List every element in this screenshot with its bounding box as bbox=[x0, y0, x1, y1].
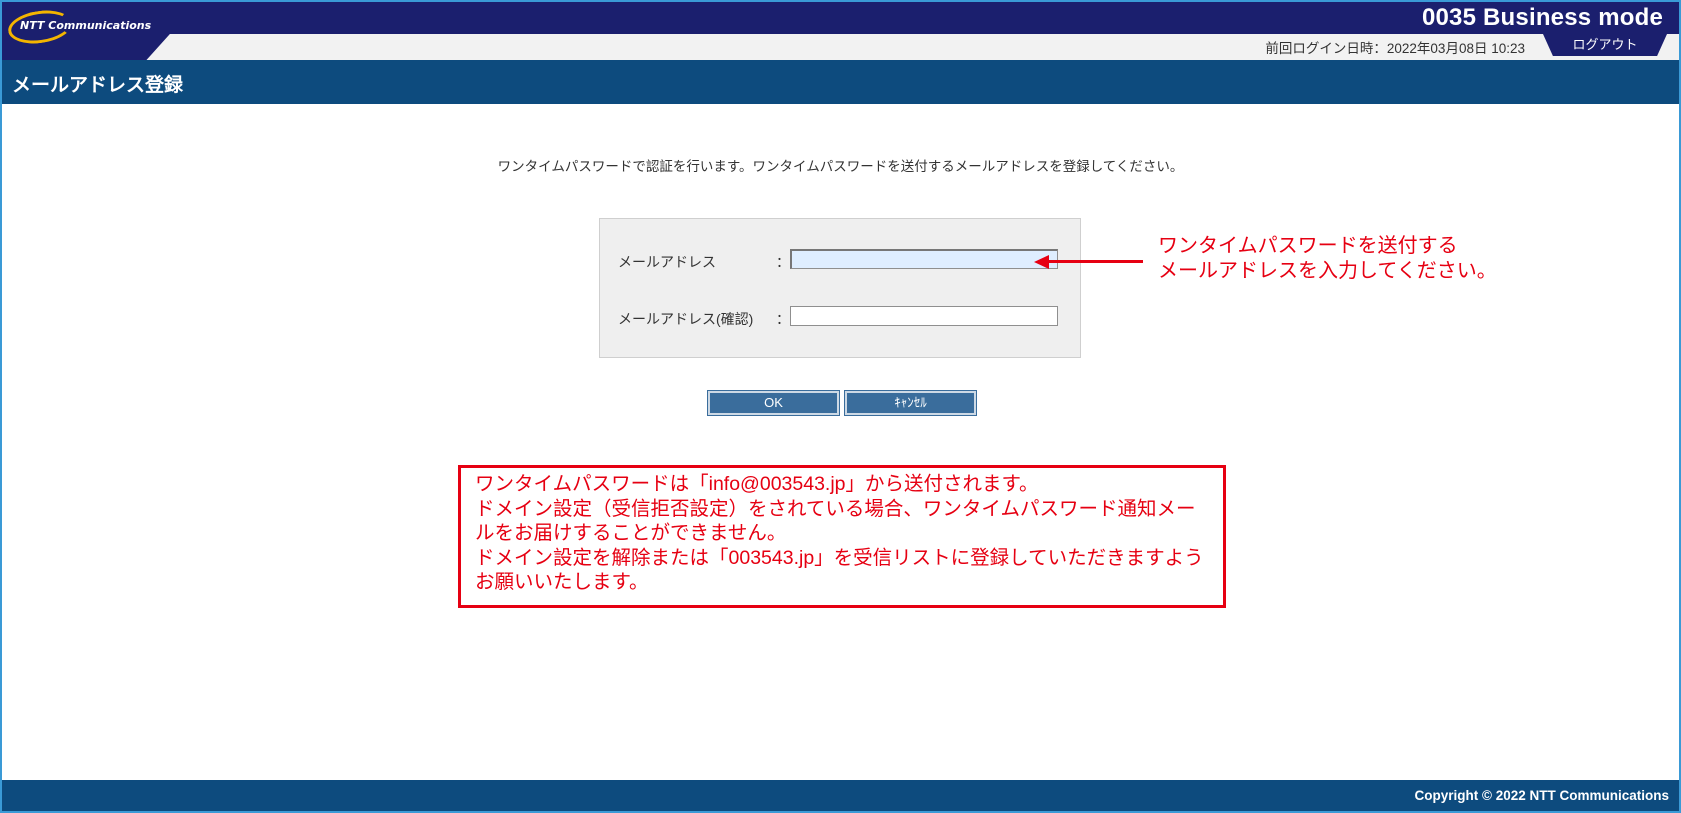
email-confirm-colon: ： bbox=[776, 312, 790, 328]
email-row: メールアドレス ： bbox=[618, 249, 1058, 273]
window-frame: NTT Communications 0035 Business mode 前回… bbox=[0, 0, 1681, 813]
copyright-text: Copyright © 2022 NTT Communications bbox=[1414, 788, 1669, 803]
notice-line-1: ワンタイムパスワードは「info@003543.jp」から送付されます。 bbox=[475, 473, 1039, 495]
page-title: メールアドレス登録 bbox=[12, 75, 184, 96]
email-input[interactable] bbox=[790, 249, 1058, 269]
email-confirm-label: メールアドレス(確認) bbox=[618, 311, 754, 327]
notice-line-3: ドメイン設定を解除または「003543.jp」を受信リストに登録していただきます… bbox=[475, 546, 1204, 594]
notice-box: ワンタイムパスワードは「info@003543.jp」から送付されます。 ドメイ… bbox=[458, 465, 1226, 608]
email-confirm-row: メールアドレス(確認) ： bbox=[618, 306, 1058, 330]
brand-title: 0035 Business mode bbox=[1421, 4, 1663, 31]
callout-line-2: メールアドレスを入力してください。 bbox=[1158, 260, 1497, 282]
logout-button[interactable]: ログアウト bbox=[1543, 34, 1667, 56]
notice-line-2: ドメイン設定（受信拒否設定）をされている場合、ワンタイムパスワード通知メールをお… bbox=[475, 497, 1196, 545]
annotation-callout: ワンタイムパスワードを送付する メールアドレスを入力してください。 bbox=[1158, 234, 1497, 284]
page-title-bar: メールアドレス登録 bbox=[2, 60, 1679, 104]
last-login-text: 前回ログイン日時：2022年03月08日 10:23 bbox=[1265, 41, 1525, 56]
logo-area: NTT Communications bbox=[2, 2, 170, 60]
email-confirm-input[interactable] bbox=[790, 306, 1058, 326]
annotation-arrow bbox=[1047, 260, 1143, 263]
callout-line-1: ワンタイムパスワードを送付する bbox=[1158, 235, 1458, 257]
logout-label: ログアウト bbox=[1572, 37, 1638, 52]
instruction-text: ワンタイムパスワードで認証を行います。ワンタイムパスワードを送付するメールアドレ… bbox=[497, 159, 1184, 174]
email-form-panel: メールアドレス ： メールアドレス(確認) ： bbox=[599, 218, 1081, 358]
footer-bar: Copyright © 2022 NTT Communications bbox=[2, 780, 1679, 811]
ok-button[interactable]: OK bbox=[707, 390, 840, 416]
email-colon: ： bbox=[776, 255, 790, 271]
email-label: メールアドレス bbox=[618, 254, 716, 270]
logo-text: NTT Communications bbox=[20, 19, 152, 32]
cancel-button[interactable]: ｷｬﾝｾﾙ bbox=[844, 390, 977, 416]
